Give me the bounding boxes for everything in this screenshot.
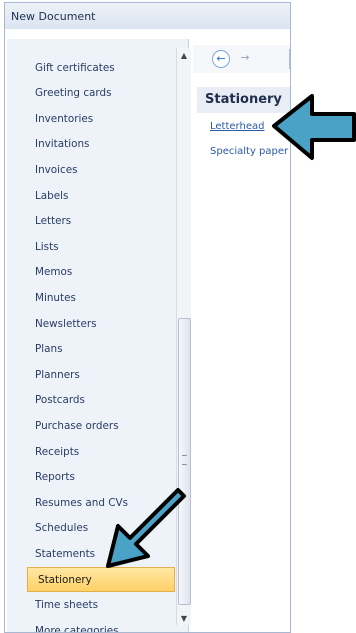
forward-arrow-icon[interactable]: → [237, 50, 253, 66]
scroll-down-icon[interactable]: ▼ [177, 611, 191, 625]
arrow-pointing-stationery [106, 488, 186, 568]
category-item[interactable]: Greeting cards [25, 81, 175, 106]
category-item[interactable]: Lists [25, 234, 175, 259]
category-item[interactable]: Planners [25, 362, 175, 387]
category-item[interactable]: Time sheets [25, 593, 175, 618]
category-item[interactable]: Labels [25, 183, 175, 208]
category-item[interactable]: Postcards [25, 388, 175, 413]
category-item[interactable]: Letters [25, 209, 175, 234]
category-item[interactable]: Inventories [25, 106, 175, 131]
category-item[interactable]: Minutes [25, 285, 175, 310]
category-item[interactable]: Receipts [25, 439, 175, 464]
scroll-up-icon[interactable]: ▲ [177, 48, 191, 62]
toolbar-button-edge[interactable] [289, 49, 290, 69]
navigation-toolbar: ← → [193, 45, 290, 73]
category-item[interactable]: Purchase orders [25, 413, 175, 438]
category-item[interactable]: Memos [25, 260, 175, 285]
category-item[interactable]: Plans [25, 337, 175, 362]
category-item[interactable]: Newsletters [25, 311, 175, 336]
title-bar: New Document [5, 3, 290, 29]
category-item[interactable]: More categories [25, 618, 175, 632]
back-arrow-icon[interactable]: ← [212, 50, 230, 68]
category-item[interactable]: Invitations [25, 132, 175, 157]
window-title: New Document [11, 10, 96, 23]
category-item[interactable]: Invoices [25, 157, 175, 182]
category-item[interactable]: Gift certificates [25, 55, 175, 80]
arrow-pointing-letterhead [272, 94, 356, 160]
letterhead-link[interactable]: Letterhead [210, 121, 264, 132]
